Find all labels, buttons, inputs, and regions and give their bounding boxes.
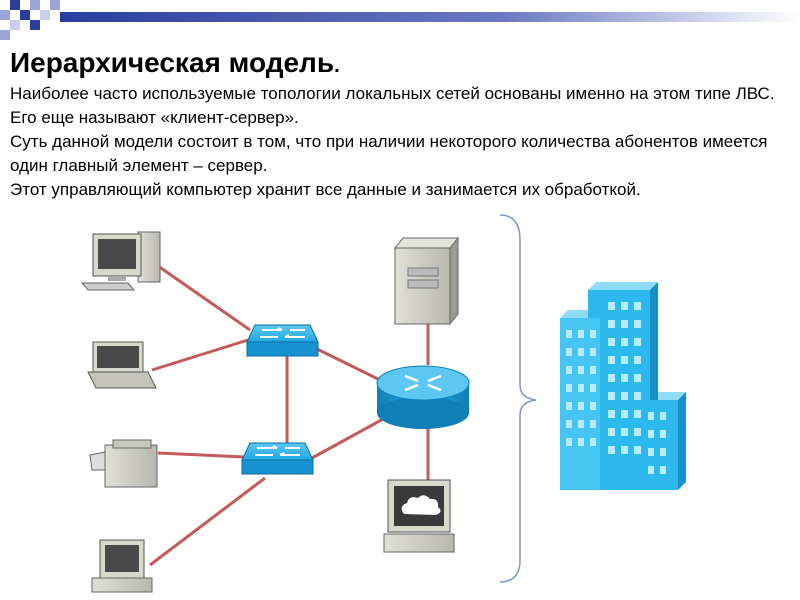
link-pc-switch1 <box>157 264 251 332</box>
network-diagram <box>80 214 686 593</box>
link-laptop-switch1 <box>151 338 249 372</box>
link-printer-switch2 <box>157 451 246 459</box>
server-icon <box>393 236 460 326</box>
terminal-pc-icon <box>91 539 153 593</box>
link-switch1-router <box>314 346 381 382</box>
workstation-icon <box>383 479 455 553</box>
switch-icon <box>241 442 314 475</box>
building-icon <box>560 282 686 490</box>
link-terminal-switch2 <box>149 476 266 567</box>
brace-icon <box>499 214 537 583</box>
desktop-pc-icon <box>80 231 161 291</box>
printer-icon <box>89 439 158 488</box>
link-switch2-router <box>311 416 386 460</box>
router-icon <box>376 365 470 429</box>
laptop-icon <box>87 341 157 389</box>
switch-icon <box>246 324 319 357</box>
